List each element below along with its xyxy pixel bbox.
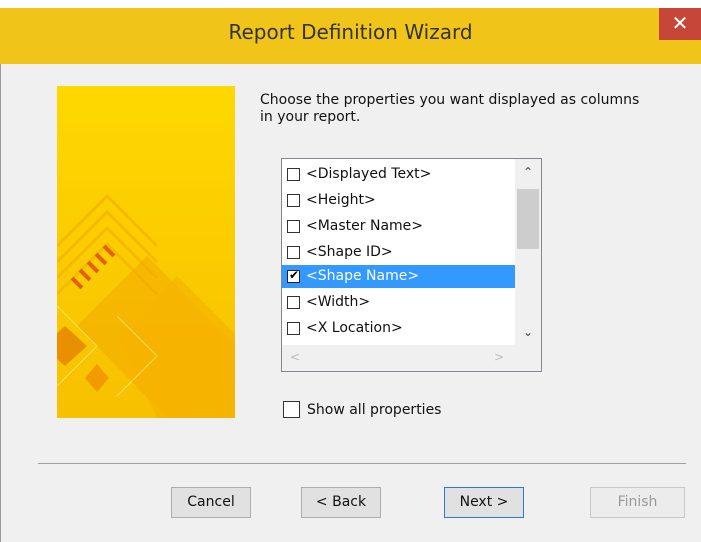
scrollbar-corner bbox=[515, 345, 541, 371]
item-checkbox[interactable] bbox=[287, 246, 300, 259]
scroll-thumb[interactable] bbox=[517, 189, 539, 249]
properties-listbox[interactable]: <Displayed Text> <Height> <Master Name> … bbox=[281, 158, 542, 372]
close-icon: ✕ bbox=[671, 11, 689, 35]
show-all-checkbox-box[interactable] bbox=[283, 401, 300, 418]
item-label: <Shape Name> bbox=[306, 268, 420, 284]
item-checkbox[interactable] bbox=[287, 168, 300, 181]
item-checkbox[interactable] bbox=[287, 322, 300, 335]
item-checkbox[interactable] bbox=[287, 296, 300, 309]
check-icon: ✔ bbox=[289, 268, 300, 282]
finish-button[interactable]: Finish bbox=[590, 487, 685, 518]
scroll-left-icon[interactable]: < bbox=[290, 350, 300, 364]
scroll-up-icon[interactable]: ⌃ bbox=[515, 165, 541, 179]
banner-graphic bbox=[57, 86, 235, 418]
window-border-left bbox=[0, 64, 1, 542]
item-label: <Height> bbox=[306, 192, 376, 208]
scroll-right-icon[interactable]: > bbox=[494, 350, 504, 364]
show-all-label: Show all properties bbox=[307, 402, 442, 418]
item-checkbox-checked[interactable]: ✔ bbox=[287, 268, 300, 283]
back-button[interactable]: < Back bbox=[301, 487, 381, 518]
list-item[interactable]: <X Location> bbox=[282, 317, 515, 340]
item-label: <Shape ID> bbox=[306, 244, 393, 260]
wizard-banner-image bbox=[57, 86, 235, 418]
list-item[interactable]: <Master Name> bbox=[282, 215, 515, 238]
close-button[interactable]: ✕ bbox=[659, 8, 701, 40]
instructions-text: Choose the properties you want displayed… bbox=[260, 92, 640, 125]
list-item-selected[interactable]: ✔ <Shape Name> bbox=[282, 265, 515, 288]
title-bar: Report Definition Wizard ✕ bbox=[0, 0, 701, 64]
title-bar-top-strip bbox=[0, 0, 701, 8]
list-item[interactable]: <Height> bbox=[282, 189, 515, 212]
item-checkbox[interactable] bbox=[287, 220, 300, 233]
scroll-down-icon[interactable]: ⌄ bbox=[515, 325, 541, 339]
item-label: <Displayed Text> bbox=[306, 166, 432, 182]
button-divider bbox=[38, 463, 686, 464]
item-checkbox[interactable] bbox=[287, 194, 300, 207]
window-title: Report Definition Wizard bbox=[228, 20, 473, 44]
list-item[interactable]: <Shape ID> bbox=[282, 241, 515, 264]
cancel-button[interactable]: Cancel bbox=[171, 487, 251, 518]
item-label: <Width> bbox=[306, 294, 371, 310]
item-label: <X Location> bbox=[306, 320, 403, 336]
vertical-scrollbar[interactable]: ⌃ ⌄ bbox=[515, 159, 541, 345]
list-item[interactable]: <Width> bbox=[282, 291, 515, 314]
item-label: <Master Name> bbox=[306, 218, 424, 234]
next-button[interactable]: Next > bbox=[444, 487, 524, 518]
list-item[interactable]: <Displayed Text> bbox=[282, 163, 515, 186]
horizontal-scrollbar[interactable]: < > bbox=[282, 345, 515, 371]
